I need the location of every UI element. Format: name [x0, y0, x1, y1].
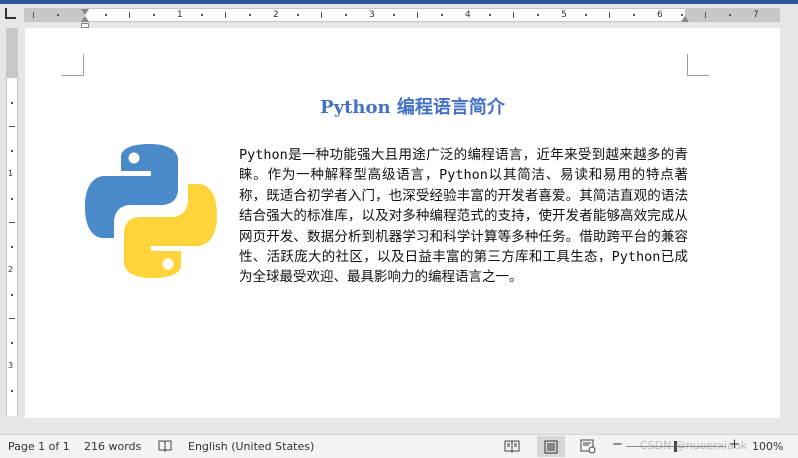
ruler-number: 6: [657, 10, 663, 20]
ruler-number: 1: [177, 10, 183, 20]
document-title: Python 编程语言简介: [320, 97, 505, 118]
ruler-half-tick: [225, 12, 226, 18]
hanging-indent-marker[interactable]: [81, 16, 89, 22]
watermark-text: CSDN @nuoerxiaok: [640, 439, 747, 452]
ruler-quarter-dot: [345, 14, 347, 16]
ruler-half-tick: [33, 12, 34, 18]
crop-mark-top-right: [687, 54, 709, 76]
ruler-half-tick: [513, 12, 514, 18]
ruler-quarter-dot: [249, 14, 251, 16]
ruler-half-tick: [609, 12, 610, 18]
ruler-quarter-dot: [153, 14, 155, 16]
ruler-half-tick: [705, 12, 706, 18]
image-wrap-spacer: [84, 145, 239, 289]
ruler-half-tick: [129, 12, 130, 18]
vertical-ruler-number: 3: [8, 361, 14, 370]
horizontal-ruler-area: 1 2 3 4 5 6 7: [0, 4, 798, 28]
horizontal-ruler[interactable]: 1 2 3 4 5 6 7: [24, 8, 780, 22]
vertical-ruler-quarter-dot: [11, 150, 13, 152]
word-count[interactable]: 216 words: [84, 440, 141, 454]
vertical-ruler-number: 2: [8, 265, 14, 274]
vertical-ruler-quarter-dot: [11, 294, 13, 296]
vertical-ruler-quarter-dot: [11, 102, 13, 104]
page-count[interactable]: Page 1 of 1: [8, 440, 70, 454]
proofing-book-icon[interactable]: [157, 438, 173, 454]
status-bar: Page 1 of 1 216 words English (United St…: [0, 434, 798, 458]
print-layout-button[interactable]: [537, 436, 565, 457]
ruler-quarter-dot: [105, 14, 107, 16]
ruler-number: 4: [465, 10, 471, 20]
read-mode-icon[interactable]: [504, 438, 520, 454]
vertical-ruler-half-tick: [9, 318, 15, 319]
ruler-quarter-dot: [57, 14, 59, 16]
vertical-ruler-quarter-dot: [11, 246, 13, 248]
vertical-ruler[interactable]: 1 2 3: [6, 28, 18, 416]
vertical-ruler-half-tick: [9, 222, 15, 223]
body-paragraph: Python是一种功能强大且用途广泛的编程语言，近年来受到越来越多的青睐。作为一…: [84, 145, 688, 289]
web-layout-icon[interactable]: [580, 438, 596, 454]
vertical-ruler-quarter-dot: [11, 390, 13, 392]
ruler-quarter-dot: [729, 14, 731, 16]
zoom-level[interactable]: 100%: [752, 440, 783, 454]
vertical-ruler-top-margin: [7, 28, 17, 78]
ruler-quarter-dot: [633, 14, 635, 16]
ruler-quarter-dot: [297, 14, 299, 16]
ruler-number: 3: [369, 10, 375, 20]
right-indent-marker[interactable]: [681, 16, 689, 22]
first-line-indent-marker[interactable]: [81, 9, 89, 15]
ruler-half-tick: [321, 12, 322, 18]
print-layout-icon: [544, 440, 558, 454]
ruler-number: 5: [561, 10, 567, 20]
ruler-quarter-dot: [489, 14, 491, 16]
ruler-quarter-dot: [537, 14, 539, 16]
language-indicator[interactable]: English (United States): [188, 440, 314, 454]
vertical-ruler-quarter-dot: [11, 198, 13, 200]
vertical-ruler-number: 1: [8, 169, 14, 178]
crop-mark-top-left: [62, 54, 84, 76]
document-page[interactable]: Python 编程语言简介 Python是一种功能强大且用途广泛的编程语言，近年…: [25, 28, 780, 418]
ruler-half-tick: [417, 12, 418, 18]
ruler-right-margin: [685, 9, 780, 21]
ruler-quarter-dot: [585, 14, 587, 16]
ruler-quarter-dot: [201, 14, 203, 16]
vertical-ruler-quarter-dot: [11, 342, 13, 344]
body-paragraph-text: Python是一种功能强大且用途广泛的编程语言，近年来受到越来越多的青睐。作为一…: [239, 147, 688, 286]
zoom-out-button[interactable]: −: [612, 438, 623, 452]
tab-selector-icon[interactable]: [5, 8, 16, 19]
vertical-ruler-half-tick: [9, 126, 15, 127]
ruler-quarter-dot: [441, 14, 443, 16]
ruler-quarter-dot: [393, 14, 395, 16]
ruler-number: 2: [273, 10, 279, 20]
ruler-number: 7: [753, 10, 759, 20]
